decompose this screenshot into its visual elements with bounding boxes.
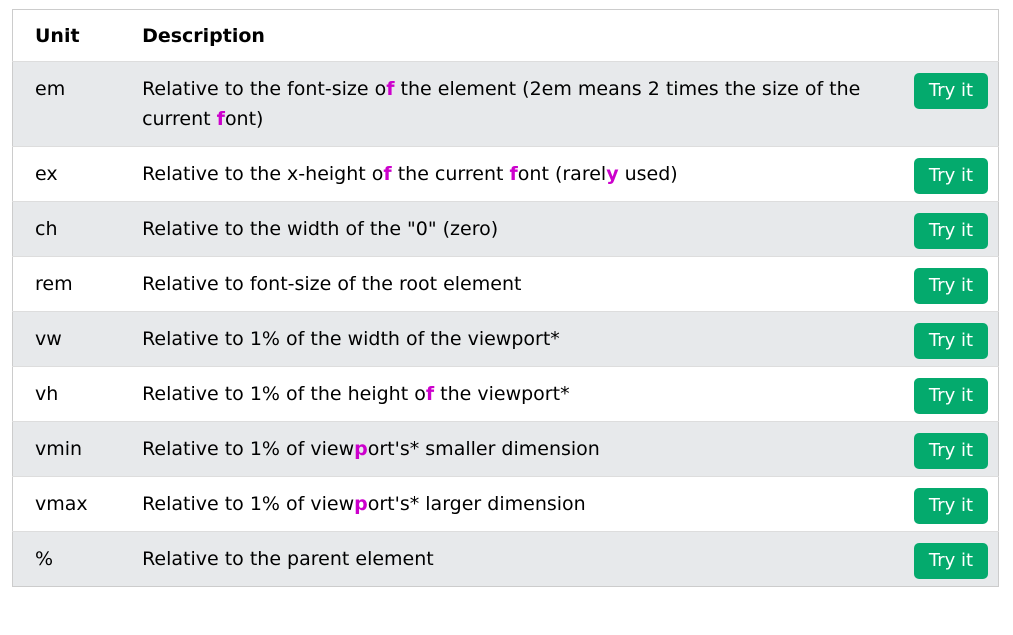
table-row: % Relative to the parent element Try it: [12, 531, 999, 587]
desc-text: the current: [391, 163, 510, 185]
action-cell: Try it: [895, 147, 998, 202]
desc-text: ort's* smaller dimension: [367, 438, 600, 460]
header-action: [895, 9, 999, 62]
desc-text: Relative to 1% of view: [142, 438, 355, 460]
table-row: vmax Relative to 1% of viewport's* large…: [12, 476, 999, 532]
desc-text: used): [618, 163, 678, 185]
header-unit: Unit: [12, 9, 143, 62]
description-cell: Relative to the font-size of the element…: [142, 62, 895, 147]
description-cell: Relative to 1% of viewport's* larger dim…: [142, 477, 895, 532]
action-cell: Try it: [895, 532, 998, 587]
desc-text: Relative to 1% of view: [142, 493, 355, 515]
description-cell: Relative to 1% of viewport's* smaller di…: [142, 422, 895, 477]
description-cell: Relative to the width of the "0" (zero): [142, 202, 895, 257]
desc-highlight: p: [354, 438, 368, 460]
desc-text: Relative to font-size of the root elemen…: [142, 273, 522, 295]
desc-text: Relative to the x-height o: [142, 163, 384, 185]
unit-cell: ch: [35, 218, 58, 240]
action-cell: Try it: [895, 367, 998, 422]
desc-text: Relative to 1% of the width of the viewp…: [142, 328, 560, 350]
desc-text: ont): [224, 108, 264, 130]
table-row: vh Relative to 1% of the height of the v…: [12, 366, 999, 422]
desc-highlight: f: [509, 163, 518, 185]
unit-cell: ex: [35, 163, 58, 185]
try-it-button[interactable]: Try it: [914, 433, 988, 469]
desc-highlight: f: [386, 78, 395, 100]
try-it-button[interactable]: Try it: [914, 378, 988, 414]
description-cell: Relative to the parent element: [142, 532, 895, 587]
unit-cell: vw: [35, 328, 62, 350]
desc-highlight: f: [425, 383, 435, 405]
try-it-button[interactable]: Try it: [914, 213, 988, 249]
desc-text: ort's* larger dimension: [367, 493, 586, 515]
desc-text: Relative to the width of the "0" (zero): [142, 218, 499, 240]
unit-cell: vmax: [35, 493, 88, 515]
description-cell: Relative to the x-height of the current …: [142, 147, 895, 202]
unit-cell: %: [35, 548, 54, 570]
desc-highlight: p: [354, 493, 368, 515]
action-cell: Try it: [895, 62, 998, 147]
description-cell: Relative to 1% of the height of the view…: [142, 367, 895, 422]
desc-text: ont (rarel: [517, 163, 607, 185]
unit-cell: em: [35, 78, 66, 100]
try-it-button[interactable]: Try it: [914, 488, 988, 524]
try-it-button[interactable]: Try it: [914, 543, 988, 579]
action-cell: Try it: [895, 312, 998, 367]
try-it-button[interactable]: Try it: [914, 73, 988, 109]
desc-text: Relative to the parent element: [142, 548, 434, 570]
css-units-table: Unit Description em Relative to the font…: [12, 9, 999, 587]
desc-text: Relative to the font-size o: [142, 78, 387, 100]
table-row: rem Relative to font-size of the root el…: [12, 256, 999, 312]
desc-highlight: y: [606, 163, 619, 185]
action-cell: Try it: [895, 422, 998, 477]
table-row: ch Relative to the width of the "0" (zer…: [12, 201, 999, 257]
action-cell: Try it: [895, 477, 998, 532]
table-row: vw Relative to 1% of the width of the vi…: [12, 311, 999, 367]
table-row: ex Relative to the x-height of the curre…: [12, 146, 999, 202]
unit-cell: vmin: [35, 438, 83, 460]
action-cell: Try it: [895, 202, 998, 257]
desc-highlight: f: [216, 108, 225, 130]
description-cell: Relative to 1% of the width of the viewp…: [142, 312, 895, 367]
action-cell: Try it: [895, 257, 998, 312]
table-row: vmin Relative to 1% of viewport's* small…: [12, 421, 999, 477]
description-cell: Relative to font-size of the root elemen…: [142, 257, 895, 312]
header-description: Description: [142, 9, 896, 62]
unit-cell: rem: [35, 273, 73, 295]
desc-highlight: f: [383, 163, 392, 185]
table-header-row: Unit Description: [12, 9, 999, 62]
try-it-button[interactable]: Try it: [914, 158, 988, 194]
try-it-button[interactable]: Try it: [914, 268, 988, 304]
desc-text: the viewport*: [434, 383, 570, 405]
desc-text: Relative to 1% of the height o: [142, 383, 426, 405]
try-it-button[interactable]: Try it: [914, 323, 988, 359]
table-row: em Relative to the font-size of the elem…: [12, 61, 999, 147]
unit-cell: vh: [35, 383, 59, 405]
